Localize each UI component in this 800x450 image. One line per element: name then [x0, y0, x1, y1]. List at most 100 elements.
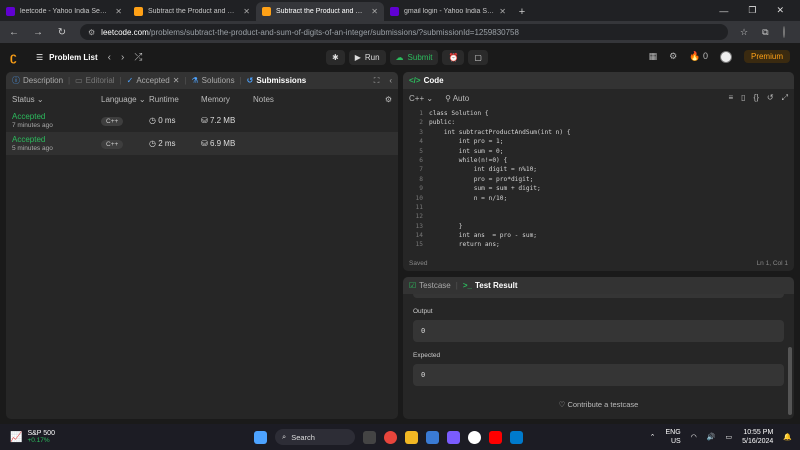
- runtime-value: 0 ms: [158, 116, 176, 125]
- table-row[interactable]: Accepted 7 minutes ago C++ ◷ 0 ms ⛁ 7.2 M…: [6, 109, 398, 132]
- submit-button[interactable]: ☁ Submit: [389, 50, 439, 65]
- contribute-testcase-link[interactable]: ♡ Contribute a testcase: [403, 400, 794, 409]
- bookmark-star-icon[interactable]: ☆: [740, 27, 748, 38]
- line-text: n = n/10;: [429, 194, 508, 202]
- address-bar: ← → ↻ ⚙ leetcode.com/problems/subtract-t…: [0, 21, 800, 43]
- language-badge: C++: [101, 139, 124, 149]
- close-icon[interactable]: ✕: [371, 7, 378, 16]
- line-number: 12: [415, 213, 423, 221]
- tab-test-result[interactable]: >_ Test Result: [463, 281, 518, 290]
- youtube-icon[interactable]: [489, 430, 502, 444]
- scrollbar[interactable]: [788, 347, 792, 415]
- notes-button[interactable]: ▢: [468, 50, 488, 65]
- tab-label: Testcase: [419, 281, 451, 290]
- task-view-icon[interactable]: [363, 430, 376, 444]
- back-icon[interactable]: ←: [8, 27, 20, 38]
- problem-list-button[interactable]: ☰ Problem List: [36, 53, 98, 62]
- taskbar-search[interactable]: ⌕ Search: [275, 429, 355, 445]
- book-icon: ▭: [75, 76, 83, 85]
- fullscreen-icon[interactable]: ⤢: [782, 93, 788, 103]
- tab-testcase[interactable]: ☑ Testcase: [409, 281, 451, 290]
- shuffle-icon[interactable]: ⤮: [134, 52, 142, 63]
- timer-button[interactable]: ⏰: [442, 50, 465, 65]
- store-icon[interactable]: [426, 430, 439, 444]
- site-info-icon[interactable]: ⚙: [88, 28, 95, 37]
- code-icon: </>: [409, 76, 421, 85]
- tab-editorial[interactable]: ▭ Editorial: [75, 76, 114, 85]
- next-problem-icon[interactable]: ›: [121, 52, 124, 63]
- volume-icon[interactable]: 🔊: [707, 433, 716, 441]
- line-text: int digit = n%10;: [429, 166, 538, 174]
- close-icon[interactable]: ✕: [499, 7, 506, 16]
- table-row[interactable]: Accepted 5 minutes ago C++ ◷ 2 ms ⛁ 6.9 M…: [6, 132, 398, 155]
- code-toolbar: C++ ⌄ ⚲ Auto ≡ ▯ {} ↺ ⤢: [403, 89, 794, 107]
- braces-icon[interactable]: {}: [754, 93, 759, 103]
- close-icon[interactable]: ✕: [115, 7, 122, 16]
- minimize-icon[interactable]: —: [719, 6, 728, 16]
- collapse-icon[interactable]: ‹: [389, 76, 392, 86]
- browser-tab-0[interactable]: leetcode - Yahoo India Search R ✕: [0, 2, 128, 21]
- layout-icon[interactable]: ▦: [649, 51, 658, 62]
- vscode-icon[interactable]: [510, 430, 523, 444]
- leetcode-logo-icon[interactable]: ʗ: [10, 50, 22, 64]
- language-select[interactable]: C++ ⌄: [409, 94, 433, 103]
- dell-icon[interactable]: [468, 430, 481, 444]
- format-icon[interactable]: ≡: [728, 93, 733, 103]
- tab-description[interactable]: ⓘ Description: [12, 75, 63, 86]
- yahoo-icon: [6, 7, 15, 16]
- column-status[interactable]: Status ⌄: [12, 95, 101, 104]
- new-tab-button[interactable]: +: [512, 2, 532, 21]
- stock-widget[interactable]: 📈 S&P 500 +0.17%: [0, 430, 150, 444]
- maximize-icon[interactable]: ❐: [748, 5, 756, 16]
- tab-label: Editorial: [85, 76, 115, 85]
- chevron-up-icon[interactable]: ⌃: [650, 433, 656, 441]
- chrome-icon[interactable]: [384, 430, 397, 444]
- url-input[interactable]: ⚙ leetcode.com/problems/subtract-the-pro…: [80, 24, 728, 40]
- profile-avatar[interactable]: [782, 26, 785, 38]
- auto-mode-toggle[interactable]: ⚲ Auto: [445, 94, 469, 103]
- tab-title: Subtract the Product and Sum: [148, 8, 239, 15]
- file-explorer-icon[interactable]: [405, 430, 418, 444]
- premium-button[interactable]: Premium: [743, 50, 790, 63]
- forward-icon[interactable]: →: [32, 27, 44, 38]
- windows-taskbar: 📈 S&P 500 +0.17% ⌕ Search ⌃ ENG US ◠ 🔊 ▭ 10…: [0, 424, 800, 450]
- notification-icon[interactable]: 🔔: [783, 433, 792, 441]
- tab-code[interactable]: </> Code: [409, 76, 444, 85]
- app-icon[interactable]: [447, 430, 460, 444]
- reload-icon[interactable]: ↻: [56, 27, 68, 38]
- run-button[interactable]: ▶ Run: [348, 50, 386, 65]
- user-avatar[interactable]: [719, 50, 732, 63]
- tab-solutions[interactable]: ⚗ Solutions: [191, 76, 234, 85]
- extensions-icon[interactable]: ⧉: [762, 27, 768, 38]
- test-result-panel: ☑ Testcase | >_ Test Result Output 0 Expec…: [403, 277, 794, 419]
- bookmark-icon[interactable]: ▯: [741, 93, 745, 103]
- column-language[interactable]: Language ⌄: [101, 95, 149, 104]
- tab-submissions[interactable]: ↺ Submissions: [247, 76, 307, 85]
- browser-tab-2[interactable]: Subtract the Product and Sum ✕: [256, 2, 384, 21]
- reset-icon[interactable]: ↺: [767, 93, 774, 103]
- line-number: 3: [419, 128, 423, 136]
- clock[interactable]: 10:55 PM 5/16/2024: [742, 428, 773, 446]
- close-icon[interactable]: ✕: [173, 76, 180, 85]
- tab-accepted[interactable]: ✓ Accepted ✕: [127, 76, 180, 85]
- settings-icon[interactable]: ⚙: [385, 95, 392, 104]
- settings-icon[interactable]: ⚙: [669, 51, 677, 62]
- browser-tab-3[interactable]: gmail login - Yahoo India Searc ✕: [384, 2, 512, 21]
- prev-problem-icon[interactable]: ‹: [108, 52, 111, 63]
- line-number: 7: [419, 166, 423, 174]
- expand-icon[interactable]: ⛶: [374, 76, 380, 86]
- code-line: 7 int digit = n%10;: [403, 166, 794, 175]
- status-text: Accepted: [12, 112, 46, 121]
- line-text: }: [429, 222, 463, 230]
- close-window-icon[interactable]: ✕: [776, 5, 784, 16]
- wifi-icon[interactable]: ◠: [691, 433, 697, 441]
- problem-list-label: Problem List: [49, 52, 98, 62]
- browser-tab-1[interactable]: Subtract the Product and Sum ✕: [128, 2, 256, 21]
- battery-icon[interactable]: ▭: [726, 433, 733, 441]
- close-icon[interactable]: ✕: [243, 7, 250, 16]
- streak-counter[interactable]: 🔥 0: [689, 51, 708, 62]
- debug-button[interactable]: ✱: [326, 50, 345, 65]
- language-indicator[interactable]: ENG US: [666, 428, 681, 446]
- code-editor[interactable]: 1 class Solution { 2 public: 3 int subtrac…: [403, 110, 794, 251]
- windows-start-icon[interactable]: [254, 430, 267, 444]
